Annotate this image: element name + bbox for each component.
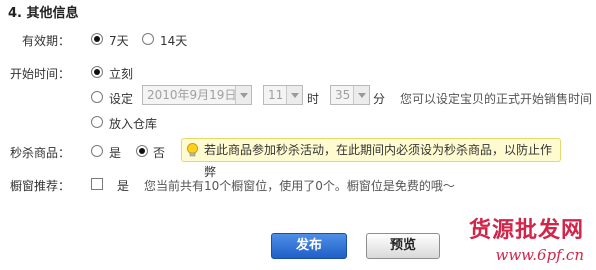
start-minute-select[interactable]: 35 bbox=[330, 85, 370, 105]
start-immediate-radio[interactable] bbox=[91, 66, 103, 78]
validity-7-days-label[interactable]: 7天 bbox=[109, 32, 129, 49]
minute-unit-label: 分 bbox=[373, 92, 386, 106]
watermark-text: 货源批发网 bbox=[468, 217, 584, 243]
watermark-url: www.6pf.cn bbox=[495, 246, 585, 264]
site-watermark: 货源批发网 www.6pf.cn bbox=[469, 212, 584, 264]
section-title: 4. 其他信息 bbox=[8, 6, 79, 21]
flash-sale-no-label[interactable]: 否 bbox=[153, 144, 165, 161]
window-recommend-checkbox[interactable] bbox=[91, 178, 103, 190]
validity-label: 有效期： bbox=[21, 34, 70, 48]
flash-sale-yes-radio[interactable] bbox=[91, 145, 103, 157]
chevron-down-icon bbox=[286, 86, 302, 104]
window-recommend-yes-label[interactable]: 是 bbox=[117, 177, 129, 194]
start-minute-value: 35 bbox=[335, 88, 351, 102]
window-recommend-label: 橱窗推荐： bbox=[9, 179, 70, 193]
chevron-down-icon bbox=[353, 86, 369, 104]
lightbulb-icon bbox=[187, 143, 198, 157]
window-recommend-hint: 您当前共有10个橱窗位，使用了0个。橱窗位是免费的哦～ bbox=[144, 179, 455, 193]
flash-sale-no-radio[interactable] bbox=[136, 145, 148, 157]
validity-7-days-radio[interactable] bbox=[91, 33, 103, 45]
start-time-label: 开始时间： bbox=[9, 67, 70, 81]
preview-button[interactable]: 预览 bbox=[366, 233, 440, 259]
start-warehouse-label[interactable]: 放入仓库 bbox=[109, 115, 157, 132]
start-immediate-label[interactable]: 立刻 bbox=[109, 65, 133, 82]
start-time-hint: 您可以设定宝贝的正式开始销售时间 bbox=[400, 92, 593, 106]
start-date-value: 2010年9月19日 bbox=[147, 88, 237, 102]
flash-sale-tip-text: 若此商品参加秒杀活动，在此期间内必须设为秒杀商品，以防止作弊 bbox=[204, 143, 553, 179]
publish-button[interactable]: 发布 bbox=[271, 233, 347, 259]
start-warehouse-radio[interactable] bbox=[91, 116, 103, 128]
start-set-radio[interactable] bbox=[91, 91, 103, 103]
flash-sale-tip: 若此商品参加秒杀活动，在此期间内必须设为秒杀商品，以防止作弊 bbox=[181, 138, 561, 179]
flash-sale-yes-label[interactable]: 是 bbox=[109, 144, 121, 161]
chevron-down-icon bbox=[235, 86, 251, 104]
validity-14-days-label[interactable]: 14天 bbox=[160, 32, 187, 49]
start-hour-value: 11 bbox=[268, 88, 284, 102]
start-hour-select[interactable]: 11 bbox=[263, 85, 303, 105]
hour-unit-label: 时 bbox=[307, 92, 320, 106]
start-date-select[interactable]: 2010年9月19日 bbox=[142, 85, 252, 105]
start-set-label[interactable]: 设定 bbox=[109, 90, 133, 107]
flash-sale-label: 秒杀商品： bbox=[9, 146, 70, 160]
validity-14-days-radio[interactable] bbox=[142, 33, 154, 45]
